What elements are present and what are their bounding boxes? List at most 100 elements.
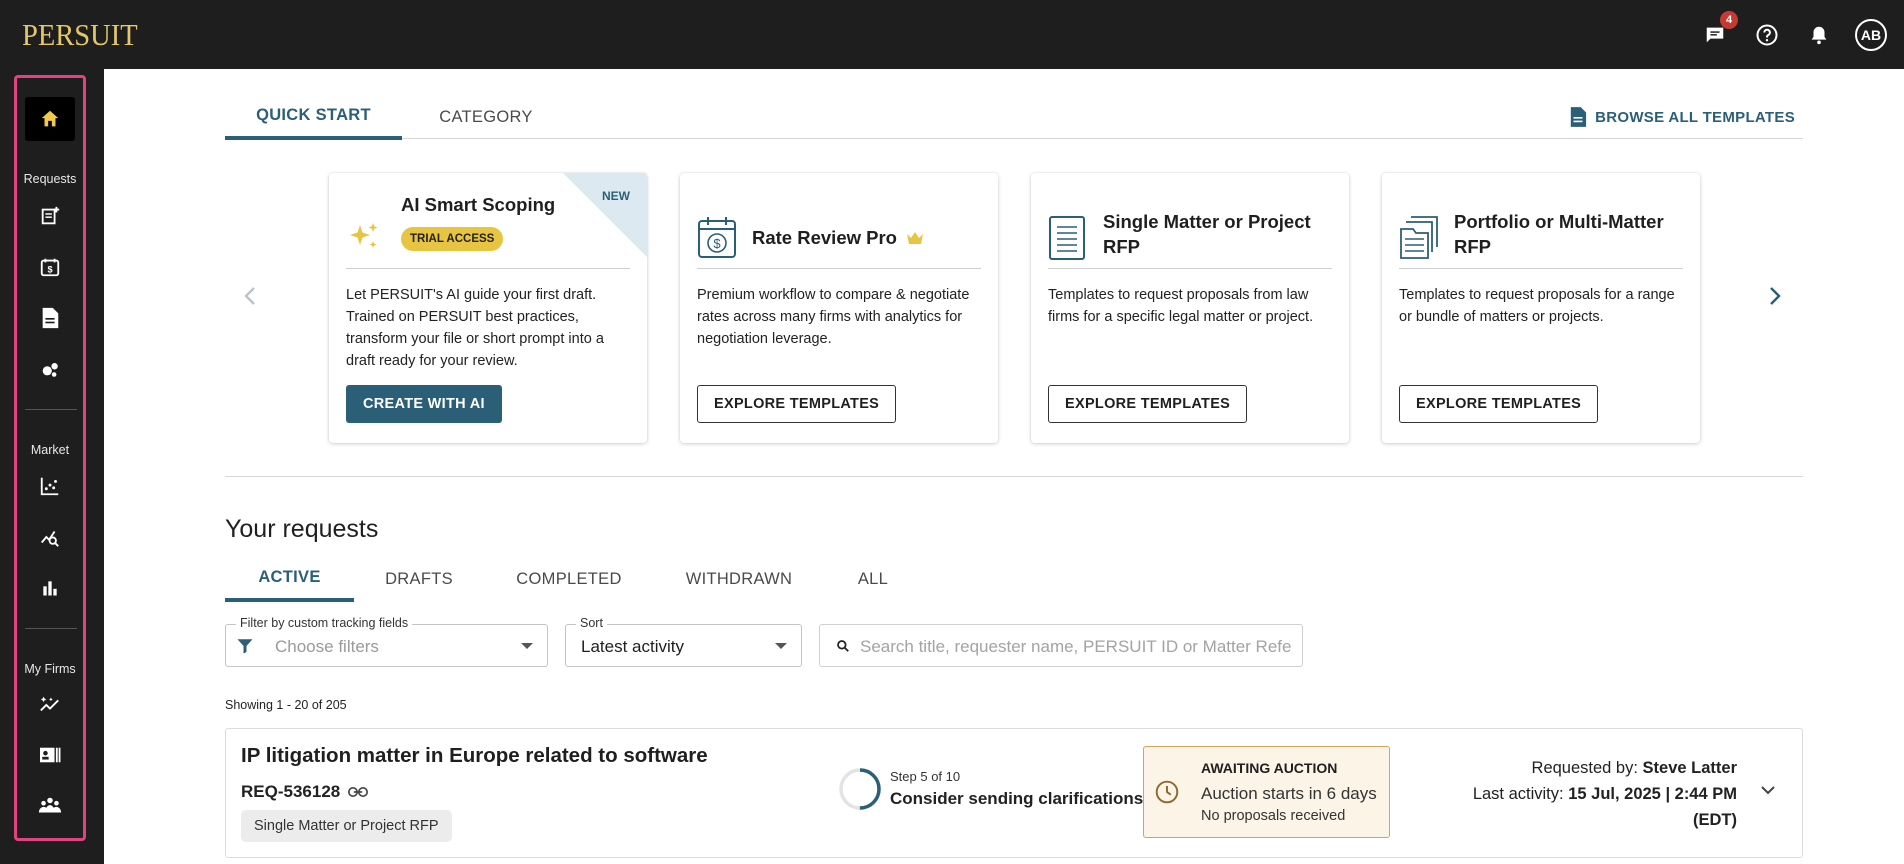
sidebar: Requests $ Market My Firms <box>0 69 104 864</box>
request-type-chip: Single Matter or Project RFP <box>241 810 452 842</box>
tab-completed[interactable]: COMPLETED <box>484 557 654 601</box>
request-status-tabs: ACTIVE DRAFTS COMPLETED WITHDRAWN ALL <box>225 557 985 603</box>
request-row[interactable]: IP litigation matter in Europe related t… <box>225 728 1803 858</box>
card-title: Rate Review Pro <box>752 225 924 250</box>
document-icon <box>1570 107 1587 127</box>
card-description: Templates to request proposals for a ran… <box>1399 287 1675 325</box>
create-with-ai-button[interactable]: CREATE WITH AI <box>346 385 502 423</box>
template-tabs: QUICK START CATEGORY BROWSE ALL TEMPLATE… <box>225 95 1803 140</box>
svg-text:$: $ <box>713 236 721 251</box>
chevron-left-icon <box>244 287 255 305</box>
filter-label: Filter by custom tracking fields <box>236 616 413 630</box>
group-icon[interactable] <box>36 792 64 820</box>
card-description: Templates to request proposals from law … <box>1048 287 1314 325</box>
filter-select[interactable]: Filter by custom tracking fields Choose … <box>225 616 548 667</box>
carousel-next-button[interactable] <box>1763 284 1787 308</box>
tab-active[interactable]: ACTIVE <box>225 557 354 602</box>
bubbles-icon[interactable] <box>36 355 64 383</box>
card-title-text: Rate Review Pro <box>752 227 897 248</box>
sort-select[interactable]: Sort Latest activity <box>565 616 802 667</box>
tab-all[interactable]: ALL <box>824 557 922 601</box>
sidebar-home-button[interactable] <box>25 97 75 141</box>
card-description: Let PERSUIT's AI guide your first draft.… <box>346 287 604 369</box>
top-icons: 4 AB <box>1680 11 1888 52</box>
market-search-icon[interactable] <box>36 523 64 551</box>
tab-withdrawn[interactable]: WITHDRAWN <box>654 557 824 601</box>
messages-badge: 4 <box>1720 11 1738 29</box>
request-title[interactable]: IP litigation matter in Europe related t… <box>241 744 708 768</box>
search-input[interactable]: Search title, requester name, PERSUIT ID… <box>819 624 1303 667</box>
step-progress-ring <box>839 768 881 810</box>
explore-templates-button[interactable]: EXPLORE TEMPLATES <box>1399 385 1599 423</box>
expand-chevron-icon[interactable] <box>1760 785 1776 795</box>
user-avatar[interactable]: AB <box>1854 18 1888 52</box>
search-placeholder: Search title, requester name, PERSUIT ID… <box>860 637 1292 656</box>
link-icon[interactable] <box>348 786 369 798</box>
browse-all-label: BROWSE ALL TEMPLATES <box>1595 108 1795 126</box>
notifications-bell-icon[interactable] <box>1802 18 1836 52</box>
sidebar-section-requests: Requests <box>23 172 77 186</box>
top-bar: PERSUIT 4 AB <box>0 0 1904 69</box>
avatar-initials: AB <box>1855 19 1887 51</box>
document-icon[interactable] <box>36 304 64 332</box>
rate-calendar-icon[interactable]: $ <box>36 253 64 281</box>
tab-category[interactable]: CATEGORY <box>402 95 570 139</box>
sort-label: Sort <box>576 616 607 630</box>
requested-by-value: Steve Latter <box>1642 759 1737 777</box>
persuit-logo[interactable]: PERSUIT <box>22 17 138 53</box>
chevron-down-icon <box>775 643 787 649</box>
sort-value: Latest activity <box>581 637 684 656</box>
timezone-line: (EDT) <box>1473 807 1737 833</box>
section-divider <box>225 476 1803 477</box>
svg-text:$: $ <box>47 265 52 275</box>
main-content: QUICK START CATEGORY BROWSE ALL TEMPLATE… <box>104 69 1904 864</box>
card-header: $ Rate Review Pro <box>697 191 981 269</box>
status-title: AWAITING AUCTION <box>1201 760 1338 776</box>
single-document-icon <box>1049 216 1085 260</box>
tab-quick-start[interactable]: QUICK START <box>225 95 402 140</box>
scatter-chart-icon[interactable] <box>36 472 64 500</box>
search-icon <box>837 640 849 652</box>
bar-chart-icon[interactable] <box>36 574 64 602</box>
messages-icon[interactable]: 4 <box>1698 11 1738 52</box>
chevron-down-icon <box>521 643 533 649</box>
card-rate-review-pro: $ Rate Review Pro Premium workflow to co… <box>680 173 998 443</box>
clock-icon <box>1155 780 1179 804</box>
card-header: AI Smart Scoping TRIAL ACCESS <box>346 191 630 269</box>
card-single-matter-rfp: Single Matter or Project RFP Templates t… <box>1031 173 1349 443</box>
card-header: Single Matter or Project RFP <box>1048 191 1332 269</box>
sidebar-section-my-firms: My Firms <box>24 662 76 676</box>
new-request-icon[interactable] <box>36 202 64 230</box>
firm-card-icon[interactable] <box>36 741 64 769</box>
last-activity-label: Last activity: <box>1472 785 1564 803</box>
sparkle-trend-icon[interactable] <box>36 690 64 718</box>
your-requests-heading: Your requests <box>225 515 379 543</box>
step-label: Step 5 of 10 <box>890 769 961 784</box>
status-note: No proposals received <box>1201 808 1346 824</box>
sidebar-divider <box>25 409 77 410</box>
requested-by-label: Requested by: <box>1531 759 1638 777</box>
card-description: Premium workflow to compare & negotiate … <box>697 287 970 347</box>
results-count: Showing 1 - 20 of 205 <box>225 698 347 712</box>
trial-access-badge: TRIAL ACCESS <box>401 227 504 251</box>
rate-calendar-icon: $ <box>698 217 736 258</box>
tab-drafts[interactable]: DRAFTS <box>354 557 484 601</box>
requested-by-line: Requested by: Steve Latter <box>1473 755 1737 781</box>
chevron-right-icon <box>1770 287 1781 305</box>
explore-templates-button[interactable]: EXPLORE TEMPLATES <box>697 385 897 423</box>
filter-icon <box>237 639 253 654</box>
folder-stack-icon <box>1400 216 1438 259</box>
card-ai-smart-scoping: NEW AI Smart Scoping TRIAL ACCESS Let PE… <box>329 173 647 443</box>
filter-placeholder: Choose filters <box>275 637 379 656</box>
carousel-prev-button[interactable] <box>238 284 262 308</box>
request-id-text: REQ-536128 <box>241 782 341 801</box>
card-portfolio-rfp: Portfolio or Multi-Matter RFP Templates … <box>1382 173 1700 443</box>
last-activity-line: Last activity: 15 Jul, 2025 | 2:44 PM <box>1473 781 1737 807</box>
explore-templates-button[interactable]: EXPLORE TEMPLATES <box>1048 385 1248 423</box>
card-title: Portfolio or Multi-Matter RFP <box>1454 211 1664 257</box>
sparkles-icon <box>350 223 378 248</box>
help-icon[interactable] <box>1750 18 1784 52</box>
home-icon <box>41 110 59 127</box>
browse-all-templates-link[interactable]: BROWSE ALL TEMPLATES <box>1569 95 1795 139</box>
card-header: Portfolio or Multi-Matter RFP <box>1399 191 1683 269</box>
